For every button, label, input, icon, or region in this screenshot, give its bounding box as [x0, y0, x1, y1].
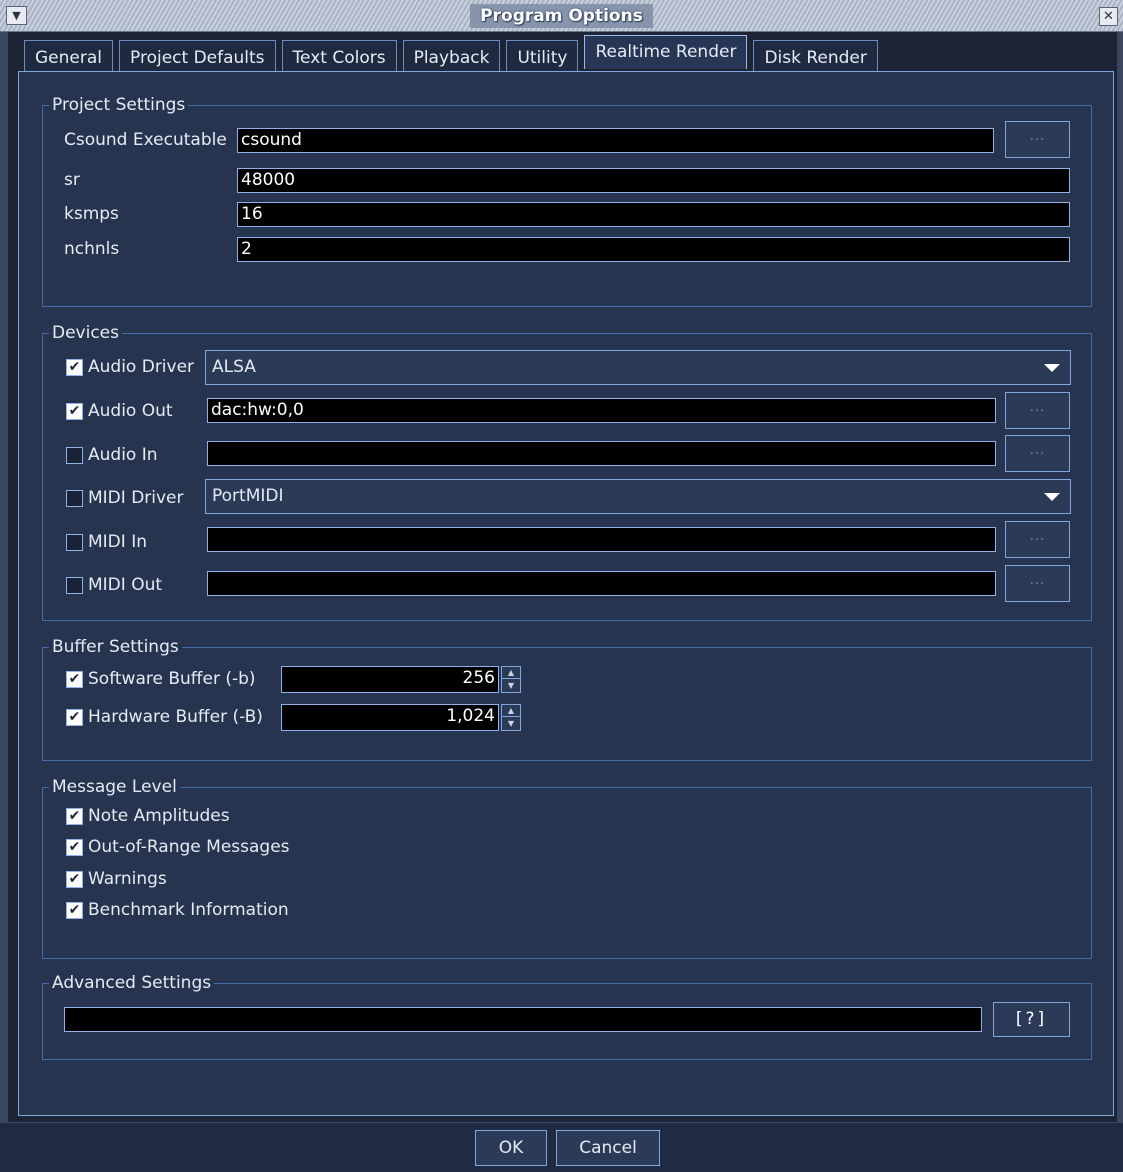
ksmps-input[interactable]: 16 — [237, 202, 1070, 227]
csound-browse-button[interactable]: ... — [1005, 121, 1070, 158]
advanced-settings-legend: Advanced Settings — [49, 972, 215, 994]
midi-out-checkbox[interactable] — [66, 577, 83, 594]
midi-driver-label: MIDI Driver — [88, 488, 184, 508]
cancel-button[interactable]: Cancel — [556, 1130, 660, 1166]
buffer-settings-group: Buffer Settings ✔ Software Buffer (-b) 2… — [42, 636, 1092, 761]
midi-driver-value: PortMIDI — [212, 486, 284, 506]
midi-in-browse-button[interactable]: ... — [1005, 521, 1070, 558]
spinner-up-icon[interactable]: ▲ — [502, 667, 520, 679]
advanced-settings-input[interactable] — [64, 1007, 982, 1032]
advanced-help-button[interactable]: [?] — [993, 1002, 1070, 1037]
spinner-up-icon[interactable]: ▲ — [502, 705, 520, 717]
window-title: Program Options — [0, 0, 1123, 32]
nchnls-label: nchnls — [64, 239, 120, 259]
benchmark-checkbox[interactable]: ✔ — [66, 902, 83, 919]
midi-out-label: MIDI Out — [88, 575, 163, 595]
audio-in-checkbox[interactable] — [66, 447, 83, 464]
audio-driver-select[interactable]: ALSA — [205, 350, 1071, 385]
hardware-buffer-checkbox[interactable]: ✔ — [66, 709, 83, 726]
audio-in-label: Audio In — [88, 445, 158, 465]
sr-input[interactable]: 48000 — [237, 168, 1070, 193]
midi-in-checkbox[interactable] — [66, 534, 83, 551]
devices-group: Devices ✔ Audio Driver ALSA ✔ Audio Out … — [42, 322, 1092, 621]
tab-general[interactable]: General — [24, 40, 113, 72]
tab-bar: General Project Defaults Text Colors Pla… — [24, 35, 884, 72]
software-buffer-label: Software Buffer (-b) — [88, 669, 256, 689]
tab-project-defaults[interactable]: Project Defaults — [119, 40, 276, 72]
button-bar: OK Cancel — [0, 1122, 1123, 1172]
note-amplitudes-checkbox[interactable]: ✔ — [66, 808, 83, 825]
tab-realtime-render[interactable]: Realtime Render — [584, 35, 748, 69]
nchnls-input[interactable]: 2 — [237, 237, 1070, 262]
out-of-range-label: Out-of-Range Messages — [88, 837, 290, 857]
audio-out-checkbox[interactable]: ✔ — [66, 403, 83, 420]
hardware-buffer-label: Hardware Buffer (-B) — [88, 707, 263, 727]
midi-in-label: MIDI In — [88, 532, 147, 552]
spinner-down-icon[interactable]: ▼ — [502, 718, 520, 730]
tab-text-colors[interactable]: Text Colors — [281, 40, 397, 72]
message-level-legend: Message Level — [49, 776, 180, 798]
midi-out-browse-button[interactable]: ... — [1005, 565, 1070, 602]
midi-in-input[interactable] — [207, 527, 996, 552]
audio-out-browse-button[interactable]: ... — [1005, 392, 1070, 429]
warnings-label: Warnings — [88, 869, 167, 889]
audio-driver-value: ALSA — [212, 357, 256, 377]
hardware-buffer-input[interactable]: 1,024 — [281, 704, 499, 731]
out-of-range-checkbox[interactable]: ✔ — [66, 839, 83, 856]
audio-driver-checkbox[interactable]: ✔ — [66, 359, 83, 376]
audio-out-label: Audio Out — [88, 401, 173, 421]
project-settings-legend: Project Settings — [49, 94, 189, 116]
sr-label: sr — [64, 170, 80, 190]
software-buffer-checkbox[interactable]: ✔ — [66, 671, 83, 688]
chevron-down-icon — [1044, 493, 1060, 501]
close-icon: ✕ — [1103, 9, 1114, 24]
warnings-checkbox[interactable]: ✔ — [66, 871, 83, 888]
note-amplitudes-label: Note Amplitudes — [88, 806, 230, 826]
buffer-settings-legend: Buffer Settings — [49, 636, 182, 658]
window-frame-left — [0, 32, 8, 1122]
csound-executable-input[interactable]: csound — [237, 128, 994, 153]
devices-legend: Devices — [49, 322, 122, 344]
tab-disk-render[interactable]: Disk Render — [753, 40, 878, 72]
audio-out-input[interactable]: dac:hw:0,0 — [207, 398, 996, 423]
tab-utility[interactable]: Utility — [506, 40, 579, 72]
audio-in-browse-button[interactable]: ... — [1005, 435, 1070, 472]
close-button[interactable]: ✕ — [1099, 7, 1118, 26]
window-frame-right — [1117, 32, 1123, 1122]
tab-panel: Project Settings Csound Executable csoun… — [18, 71, 1114, 1116]
midi-out-input[interactable] — [207, 571, 996, 596]
audio-in-input[interactable] — [207, 441, 996, 466]
ksmps-label: ksmps — [64, 204, 119, 224]
benchmark-label: Benchmark Information — [88, 900, 289, 920]
title-bar: ▼ Program Options ✕ — [0, 0, 1123, 32]
spinner-down-icon[interactable]: ▼ — [502, 680, 520, 692]
audio-driver-label: Audio Driver — [88, 357, 195, 377]
csound-executable-label: Csound Executable — [64, 130, 227, 150]
midi-driver-select[interactable]: PortMIDI — [205, 479, 1071, 514]
message-level-group: Message Level ✔ Note Amplitudes ✔ Out-of… — [42, 776, 1092, 959]
midi-driver-checkbox[interactable] — [66, 490, 83, 507]
project-settings-group: Project Settings Csound Executable csoun… — [42, 94, 1092, 307]
software-buffer-spinner[interactable]: ▲ ▼ — [501, 666, 521, 693]
ok-button[interactable]: OK — [475, 1130, 547, 1166]
tab-playback[interactable]: Playback — [402, 40, 501, 72]
advanced-settings-group: Advanced Settings [?] — [42, 972, 1092, 1060]
software-buffer-input[interactable]: 256 — [281, 666, 499, 693]
hardware-buffer-spinner[interactable]: ▲ ▼ — [501, 704, 521, 731]
chevron-down-icon — [1044, 364, 1060, 372]
